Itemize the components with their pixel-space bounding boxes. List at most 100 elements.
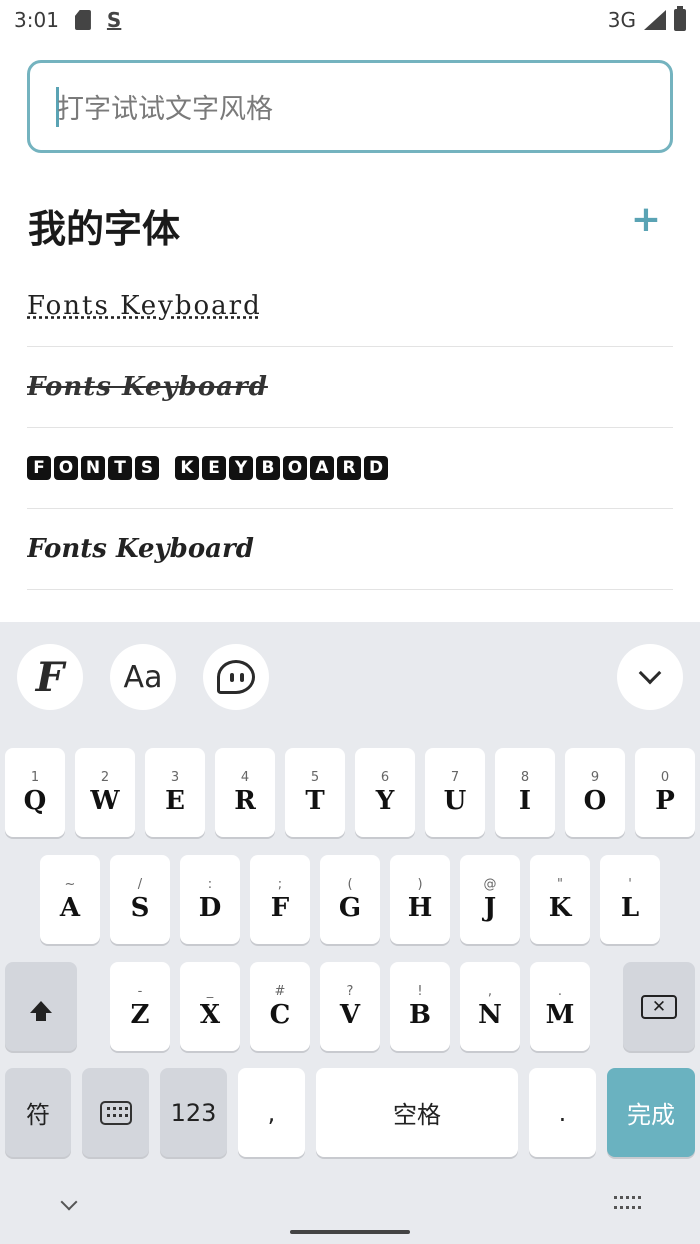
font-list: Fonts Keyboard Fonts Keyboard FONTSKEYBO… xyxy=(27,266,673,622)
done-key[interactable]: 完成 xyxy=(607,1068,695,1157)
network-type: 3G xyxy=(607,8,636,32)
soft-keyboard: F Aa 1Q2W3E4R5T6Y7U8I9O0P ~ A / S: D; F(G) H @ J… xyxy=(0,622,700,1244)
key-w[interactable]: 2W xyxy=(75,748,135,837)
key-g[interactable]: (G xyxy=(320,855,380,944)
boxed-letter: S xyxy=(135,456,159,480)
key-j[interactable]: @ J xyxy=(460,855,520,944)
key-s[interactable]: / S xyxy=(110,855,170,944)
key-c[interactable]: # C xyxy=(250,962,310,1051)
font-sample-text: Fonts Keyboard xyxy=(27,291,262,321)
key-l[interactable]: ' L xyxy=(600,855,660,944)
key-hint-label: : xyxy=(207,876,213,892)
boxed-letter: E xyxy=(202,456,226,480)
key-i[interactable]: 8I xyxy=(495,748,555,837)
key-hint-label: 2 xyxy=(100,769,110,785)
key-hint-label: 9 xyxy=(590,769,600,785)
key-a[interactable]: ~ A xyxy=(40,855,100,944)
clock: 3:01 xyxy=(14,8,59,32)
try-text-input[interactable]: 打字试试文字风格 xyxy=(27,60,673,153)
key-hint-label: _ xyxy=(206,983,214,999)
key-char-label: H xyxy=(407,892,433,923)
key-char-label: X xyxy=(199,999,221,1030)
shift-key[interactable] xyxy=(5,962,77,1051)
key-u[interactable]: 7U xyxy=(425,748,485,837)
key-hint-label: 6 xyxy=(380,769,390,785)
space-key-label: 空格 xyxy=(393,1101,441,1129)
space-key[interactable]: 空格 xyxy=(316,1068,518,1157)
key-hint-label: . xyxy=(557,983,563,999)
key-char-label: N xyxy=(478,999,502,1030)
key-q[interactable]: 1Q xyxy=(5,748,65,837)
boxed-letter: O xyxy=(54,456,78,480)
key-char-label: W xyxy=(90,785,120,816)
fonts-toggle-button[interactable]: F xyxy=(17,644,83,710)
comma-key[interactable]: , xyxy=(238,1068,305,1157)
home-indicator[interactable] xyxy=(290,1230,410,1234)
boxed-letter: N xyxy=(81,456,105,480)
key-y[interactable]: 6Y xyxy=(355,748,415,837)
key-hint-label: 7 xyxy=(450,769,460,785)
key-hint-label: - xyxy=(137,983,143,999)
keyboard-switch-key[interactable] xyxy=(82,1068,149,1157)
shift-icon xyxy=(30,1000,52,1021)
key-hint-label: ; xyxy=(277,876,283,892)
key-char-label: U xyxy=(443,785,467,816)
add-font-button[interactable]: + xyxy=(626,196,666,242)
symbols-key-label: 符 xyxy=(26,1101,50,1129)
key-h[interactable]: ) H xyxy=(390,855,450,944)
key-char-label: C xyxy=(269,999,291,1030)
key-char-label: R xyxy=(234,785,256,816)
key-e[interactable]: 3E xyxy=(145,748,205,837)
key-b[interactable]: ! B xyxy=(390,962,450,1051)
keyboard-picker-icon[interactable] xyxy=(614,1196,642,1212)
key-char-label: D xyxy=(198,892,222,923)
key-f[interactable]: ; F xyxy=(250,855,310,944)
key-char-label: F xyxy=(270,892,290,923)
boxed-letter: D xyxy=(364,456,388,480)
boxed-letter: B xyxy=(256,456,280,480)
collapse-keyboard-button[interactable] xyxy=(617,644,683,710)
key-k[interactable]: " K xyxy=(530,855,590,944)
numbers-key[interactable]: 123 xyxy=(160,1068,227,1157)
boxed-letter-space xyxy=(162,456,172,480)
boxed-letter: R xyxy=(337,456,361,480)
emoji-button[interactable] xyxy=(203,644,269,710)
text-case-button[interactable]: Aa xyxy=(110,644,176,710)
font-item-partial[interactable] xyxy=(27,590,673,622)
font-item-blackletter[interactable]: Fonts Keyboard xyxy=(27,509,673,590)
key-p[interactable]: 0P xyxy=(635,748,695,837)
boxed-letter: K xyxy=(175,456,199,480)
boxed-letter: Y xyxy=(229,456,253,480)
key-char-label: G xyxy=(338,892,362,923)
sync-icon: S xyxy=(106,8,122,32)
key-hint-label: / xyxy=(137,876,143,892)
my-fonts-title: 我的字体 xyxy=(28,207,181,251)
symbols-key[interactable]: 符 xyxy=(5,1068,71,1157)
key-v[interactable]: ? V xyxy=(320,962,380,1051)
emoji-icon xyxy=(217,660,255,694)
chevron-down-icon xyxy=(638,661,662,685)
key-hint-label: ! xyxy=(417,983,423,999)
sd-card-icon xyxy=(74,10,91,30)
key-o[interactable]: 9O xyxy=(565,748,625,837)
input-placeholder: 打字试试文字风格 xyxy=(57,94,273,125)
font-item-dotted[interactable]: Fonts Keyboard xyxy=(27,266,673,347)
battery-icon xyxy=(674,6,686,31)
key-r[interactable]: 4R xyxy=(215,748,275,837)
key-hint-label: 1 xyxy=(30,769,40,785)
font-item-script[interactable]: Fonts Keyboard xyxy=(27,347,673,428)
period-key[interactable]: . xyxy=(529,1068,596,1157)
key-m[interactable]: .M xyxy=(530,962,590,1051)
backspace-key[interactable]: ✕ xyxy=(623,962,695,1051)
key-t[interactable]: 5T xyxy=(285,748,345,837)
key-z[interactable]: -Z xyxy=(110,962,170,1051)
key-hint-label: ( xyxy=(347,876,353,892)
signal-icon xyxy=(644,10,666,30)
status-bar: 3:01 S 3G xyxy=(0,0,700,40)
key-hint-label: ) xyxy=(417,876,423,892)
key-d[interactable]: :D xyxy=(180,855,240,944)
key-char-label: Z xyxy=(130,999,150,1030)
key-x[interactable]: _ X xyxy=(180,962,240,1051)
key-n[interactable]: ,N xyxy=(460,962,520,1051)
font-item-boxed[interactable]: FONTSKEYBOARD xyxy=(27,428,673,509)
